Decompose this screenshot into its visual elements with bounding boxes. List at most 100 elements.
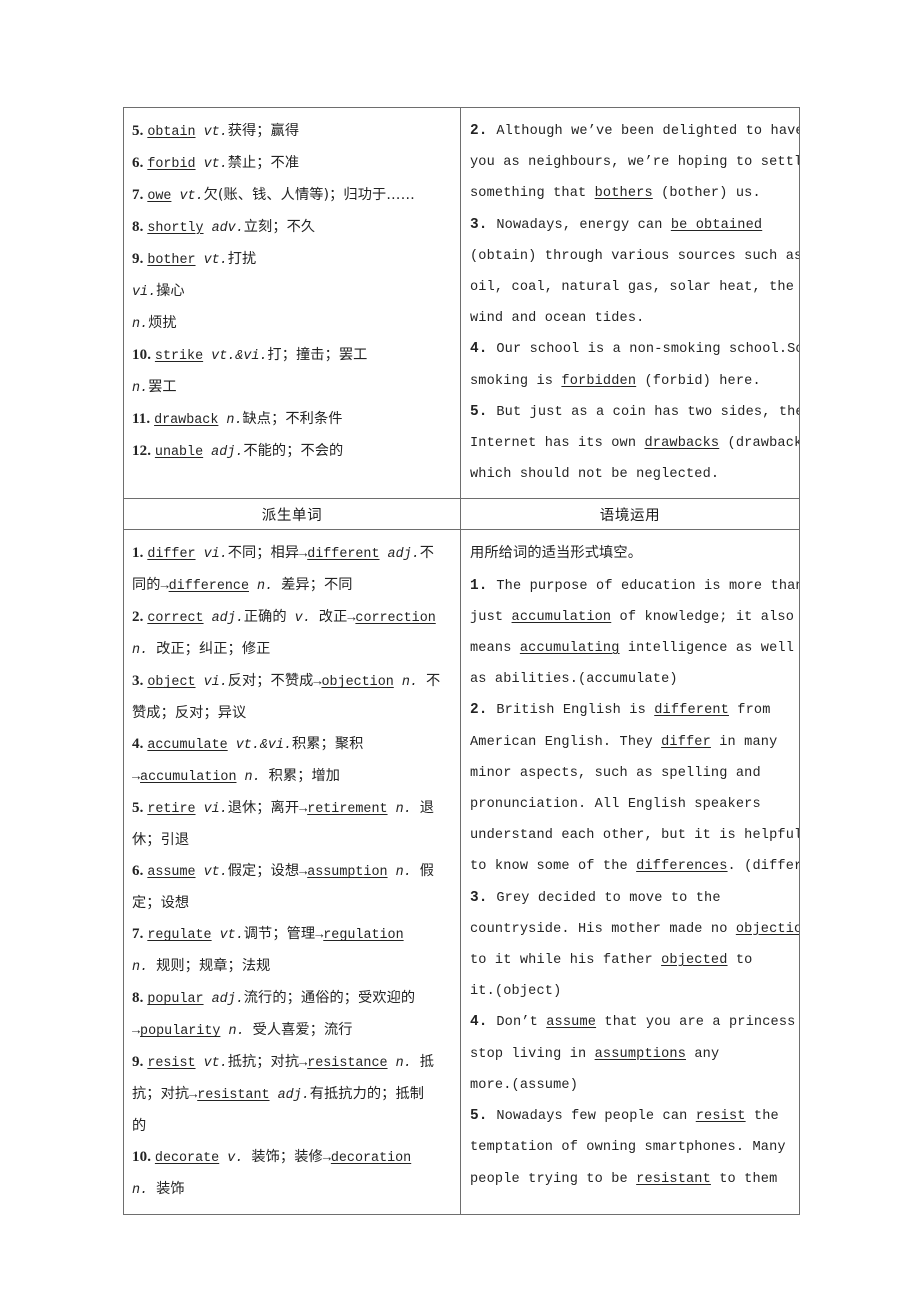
part-of-speech: n.	[132, 381, 149, 396]
part-of-speech: n.	[132, 1183, 157, 1199]
chinese-gloss: 正确的	[243, 609, 287, 626]
chinese-gloss: 改正；纠正；修正	[156, 641, 271, 658]
underlined-word: regulation	[323, 928, 404, 944]
english-text: from	[729, 703, 771, 719]
derived-word-line: 休；引退	[132, 825, 456, 856]
practice-line: means accumulating intelligence as well	[470, 633, 795, 664]
entry-number: 10.	[132, 1149, 155, 1166]
chinese-gloss: 规则；规章；法规	[156, 958, 271, 975]
english-text: the	[745, 1109, 779, 1125]
practice-line: American English. They differ in many	[470, 727, 795, 758]
underlined-word: forbidden	[561, 373, 637, 389]
core-words-list: 5. obtain vt.获得；赢得 6. forbid vt.禁止；不准 7. o…	[125, 109, 460, 476]
entry-number: 6.	[132, 863, 148, 880]
english-text: of knowledge; it also	[611, 609, 795, 625]
derived-word-line: 5. retire vi.退休；离开→retirement n. 退	[132, 793, 456, 825]
english-text: that you are a princess a	[596, 1015, 800, 1031]
chinese-gloss: 流行的；通俗的；受欢迎的	[243, 990, 416, 1007]
english-text: (forbid) here.	[636, 373, 761, 389]
english-text: But just as a coin has two sides, the	[496, 404, 800, 420]
practice-line: countryside. His mother made no objectio…	[470, 914, 799, 945]
chinese-gloss: 退休；离开	[227, 800, 300, 817]
entry-number: 6.	[132, 155, 148, 171]
section-title-derived-words: 派生单词	[261, 508, 323, 525]
chinese-gloss: 不能的；不会的	[243, 443, 344, 459]
english-text: →	[299, 802, 308, 818]
entry-number: 2.	[132, 609, 148, 626]
entry-number: 9.	[132, 251, 148, 267]
practice-line: 2. Although we’ve been delighted to have	[470, 116, 799, 147]
practice-line: as abilities.(accumulate)	[470, 664, 795, 695]
chinese-gloss: 欠(账、钱、人情等)；归功于……	[203, 187, 415, 203]
entry-number: 5.	[132, 123, 148, 139]
part-of-speech: vt.	[211, 928, 244, 944]
chinese-gloss: 不同；相异	[227, 545, 300, 562]
english-text: any	[686, 1046, 720, 1062]
underlined-word: bothers	[594, 186, 653, 202]
english-text: Nowadays, energy can	[496, 217, 671, 233]
chinese-gloss: 调节；管理	[243, 926, 316, 943]
underlined-word: be obtained	[670, 217, 763, 233]
chinese-gloss: 罢工	[148, 379, 177, 395]
part-of-speech: vi.	[195, 547, 228, 563]
english-text: which should not be neglected.	[470, 467, 720, 483]
section-title-context-usage: 语境运用	[599, 508, 661, 525]
exercise-instruction: 用所给词的适当形式填空。	[470, 538, 795, 570]
table-row-derived-words: 1. differ vi.不同；相异→different adj.不 同的→dif…	[123, 529, 800, 1216]
chinese-gloss: 赞成；反对；异议	[132, 705, 247, 722]
english-text: Although we’ve been delighted to have	[496, 124, 800, 139]
english-text: stop living in	[470, 1046, 595, 1062]
english-text: Nowadays few people can	[496, 1109, 696, 1125]
derived-word-line: 9. resist vt.抵抗；对抗→resistance n. 抵	[132, 1047, 456, 1079]
chinese-gloss: 获得；赢得	[227, 123, 300, 139]
underlined-word: popularity	[140, 1024, 221, 1040]
practice-line: to know some of the differences. (differ…	[470, 851, 799, 882]
cell-context-usage: 用所给词的适当形式填空。 1. The purpose of education …	[460, 529, 800, 1216]
underlined-word: objection	[735, 921, 799, 937]
part-of-speech: adj.	[379, 547, 420, 563]
item-number: 5.	[470, 1108, 497, 1125]
underlined-word: assumptions	[594, 1046, 687, 1062]
headword: owe	[147, 189, 172, 204]
part-of-speech: n.	[132, 960, 157, 976]
practice-line: understand each other, but it is helpful	[470, 820, 799, 851]
chinese-gloss: 同的	[132, 577, 161, 594]
part-of-speech: n.	[132, 643, 157, 659]
entry-number: 9.	[132, 1054, 148, 1071]
practice-line: Internet has its own drawbacks (drawback…	[470, 428, 799, 459]
item-number: 4.	[470, 1014, 497, 1031]
underlined-word: objection	[321, 675, 394, 691]
english-text: just	[470, 609, 512, 625]
headword: forbid	[147, 157, 196, 172]
practice-line: temptation of owning smartphones. Many	[470, 1132, 795, 1163]
entry-number: 8.	[132, 990, 148, 1007]
underlined-word: resistance	[307, 1056, 388, 1072]
chinese-gloss: 假	[419, 863, 434, 880]
chinese-gloss: 缺点；不利条件	[242, 411, 343, 427]
entry-number: 3.	[132, 673, 148, 690]
practice-line: 5. Nowadays few people can resist the	[470, 1101, 795, 1132]
derived-word-line: n. 装饰	[132, 1174, 456, 1206]
english-text: →	[132, 1024, 141, 1040]
english-text: minor aspects, such as spelling and	[470, 765, 761, 781]
practice-line: 5. But just as a coin has two sides, the	[470, 397, 799, 428]
chinese-gloss: 立刻；不久	[243, 219, 316, 235]
practice-line: 4. Don’t assume that you are a princess …	[470, 1007, 799, 1038]
chinese-gloss: 操心	[156, 283, 185, 299]
item-number: 3.	[470, 216, 497, 233]
practice-line: 3. Nowadays, energy can be obtained	[470, 210, 795, 241]
english-text: to know some of the	[470, 859, 637, 875]
item-number: 3.	[470, 889, 497, 906]
vocab-entry: 12. unable adj.不能的；不会的	[132, 436, 456, 468]
vocab-entry: 7. owe vt.欠(账、钱、人情等)；归功于……	[132, 180, 456, 212]
practice-line: to it while his father objected to	[470, 945, 795, 976]
english-text: intelligence as well	[619, 641, 795, 657]
chinese-gloss: 抗；对抗	[132, 1086, 190, 1103]
english-text: Grey decided to move to the	[496, 890, 721, 906]
underlined-word: objected	[661, 953, 728, 969]
part-of-speech: n.	[236, 770, 269, 786]
chinese-gloss: 抵抗；对抗	[227, 1054, 300, 1071]
entry-number: 5.	[132, 800, 148, 817]
underlined-word: differ	[661, 734, 711, 750]
practice-line: minor aspects, such as spelling and	[470, 758, 795, 789]
